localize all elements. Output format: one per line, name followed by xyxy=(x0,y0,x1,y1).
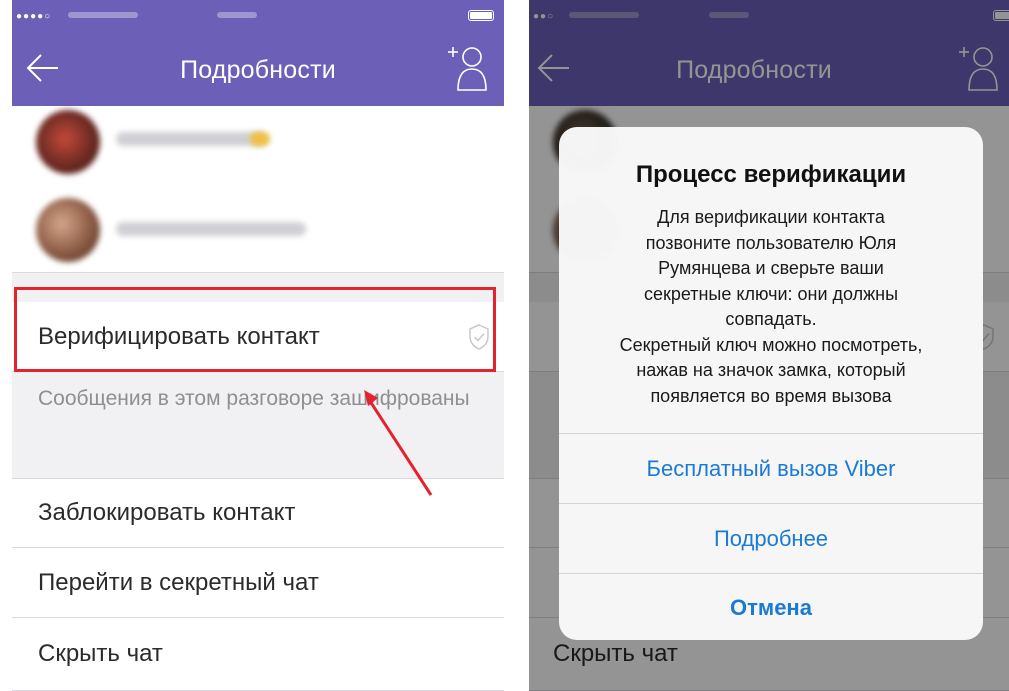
details-content: Верифицировать контакт Сообщения в этом … xyxy=(12,106,504,691)
encrypted-hint: Сообщения в этом разговоре зашифрованы xyxy=(12,372,504,478)
avatar xyxy=(36,198,100,262)
verification-dialog: Процесс верификации Для верификации конт… xyxy=(559,127,983,640)
block-contact-label: Заблокировать контакт xyxy=(38,499,296,526)
verify-contact-item[interactable]: Верифицировать контакт xyxy=(12,302,504,372)
left-phone-screen: ●●●●○ Подробности Верифицировать контакт… xyxy=(12,0,504,691)
carrier-blurred xyxy=(68,12,138,18)
participant-row[interactable] xyxy=(12,186,504,273)
dialog-message: Для верификации контакта позвоните польз… xyxy=(619,207,923,406)
right-phone-screen: ●●○ Подробности Скрыть чат Процесс вериф… xyxy=(529,0,1009,691)
avatar xyxy=(36,110,100,174)
hide-chat-label: Скрыть чат xyxy=(38,640,163,667)
cancel-button[interactable]: Отмена xyxy=(559,573,983,640)
participant-row[interactable] xyxy=(12,106,504,187)
add-participant-icon[interactable] xyxy=(446,42,488,94)
contact-name-blurred xyxy=(116,222,306,236)
secret-chat-item[interactable]: Перейти в секретный чат xyxy=(12,548,504,618)
status-bar: ●●●●○ xyxy=(12,0,504,32)
time-blurred xyxy=(217,12,257,18)
navbar: Подробности xyxy=(12,32,504,106)
page-title: Подробности xyxy=(180,56,336,84)
free-call-button[interactable]: Бесплатный вызов Viber xyxy=(559,433,983,504)
more-info-button[interactable]: Подробнее xyxy=(559,503,983,574)
signal-icon: ●●●●○ xyxy=(16,11,52,22)
verify-contact-label: Верифицировать контакт xyxy=(38,322,320,350)
emoji-blurred xyxy=(250,132,270,146)
dialog-title: Процесс верификации xyxy=(635,161,907,188)
block-contact-item[interactable]: Заблокировать контакт xyxy=(12,478,504,548)
contact-name-blurred xyxy=(116,132,266,146)
shield-check-icon xyxy=(469,323,489,350)
battery-icon xyxy=(468,10,494,21)
hide-chat-item[interactable]: Скрыть чат xyxy=(12,618,504,691)
secret-chat-label: Перейти в секретный чат xyxy=(38,568,319,596)
